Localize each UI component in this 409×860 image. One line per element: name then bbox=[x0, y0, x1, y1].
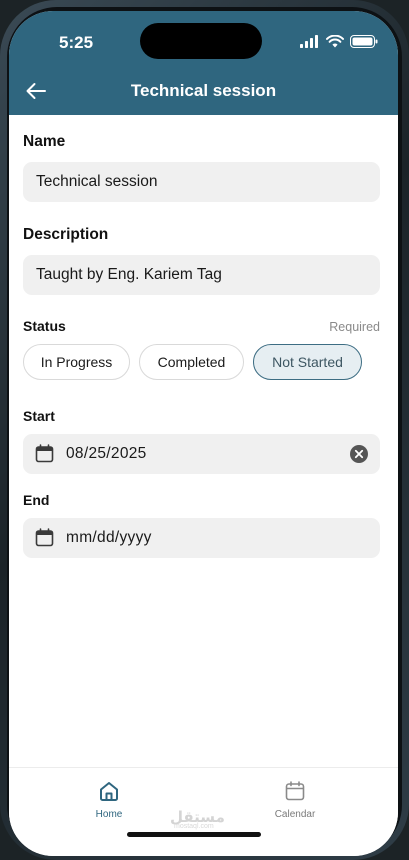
start-date-field[interactable]: 08/25/2025 bbox=[23, 434, 380, 474]
status-chip-completed[interactable]: Completed bbox=[139, 344, 244, 380]
calendar-icon bbox=[35, 528, 54, 547]
nav-label-home: Home bbox=[95, 809, 123, 820]
status-chip-not-started[interactable]: Not Started bbox=[253, 344, 362, 380]
required-label: Required bbox=[329, 320, 380, 334]
name-label: Name bbox=[23, 133, 66, 150]
name-field[interactable]: Technical session bbox=[23, 162, 380, 202]
clear-icon[interactable] bbox=[350, 445, 368, 463]
description-field[interactable]: Taught by Eng. Kariem Tag bbox=[23, 255, 380, 295]
end-label: End bbox=[23, 492, 50, 508]
dynamic-island bbox=[140, 23, 262, 59]
status-chip-label: Not Started bbox=[272, 354, 343, 370]
signal-icon bbox=[300, 35, 318, 48]
status-chip-label: In Progress bbox=[40, 354, 113, 370]
status-time: 5:25 bbox=[59, 33, 94, 52]
watermark-url: mostaql.com bbox=[174, 823, 214, 830]
name-value: Technical session bbox=[36, 173, 158, 190]
status-label: Status bbox=[23, 318, 66, 334]
nav-item-calendar[interactable]: Calendar bbox=[255, 780, 335, 820]
description-label: Description bbox=[23, 226, 109, 243]
start-label: Start bbox=[23, 408, 55, 424]
status-chip-label: Completed bbox=[157, 354, 226, 370]
start-date-value: 08/25/2025 bbox=[66, 445, 147, 462]
calendar-icon bbox=[285, 781, 305, 801]
battery-icon bbox=[350, 35, 378, 48]
nav-label-calendar: Calendar bbox=[274, 809, 316, 820]
home-icon bbox=[100, 782, 118, 801]
nav-item-home[interactable]: Home bbox=[69, 780, 149, 820]
end-date-field[interactable]: mm/dd/yyyy bbox=[23, 518, 380, 558]
status-chip-in-progress[interactable]: In Progress bbox=[23, 344, 130, 380]
wifi-icon bbox=[326, 35, 344, 48]
status-icons bbox=[300, 35, 378, 48]
page-title: Technical session bbox=[130, 81, 277, 100]
description-value: Taught by Eng. Kariem Tag bbox=[36, 266, 222, 283]
home-indicator bbox=[127, 832, 261, 837]
end-date-placeholder: mm/dd/yyyy bbox=[66, 529, 152, 546]
calendar-icon bbox=[35, 444, 54, 463]
app-screen: 5:25 Technical session Name Technical se… bbox=[9, 11, 398, 856]
app-header: 5:25 Technical session bbox=[9, 11, 398, 115]
